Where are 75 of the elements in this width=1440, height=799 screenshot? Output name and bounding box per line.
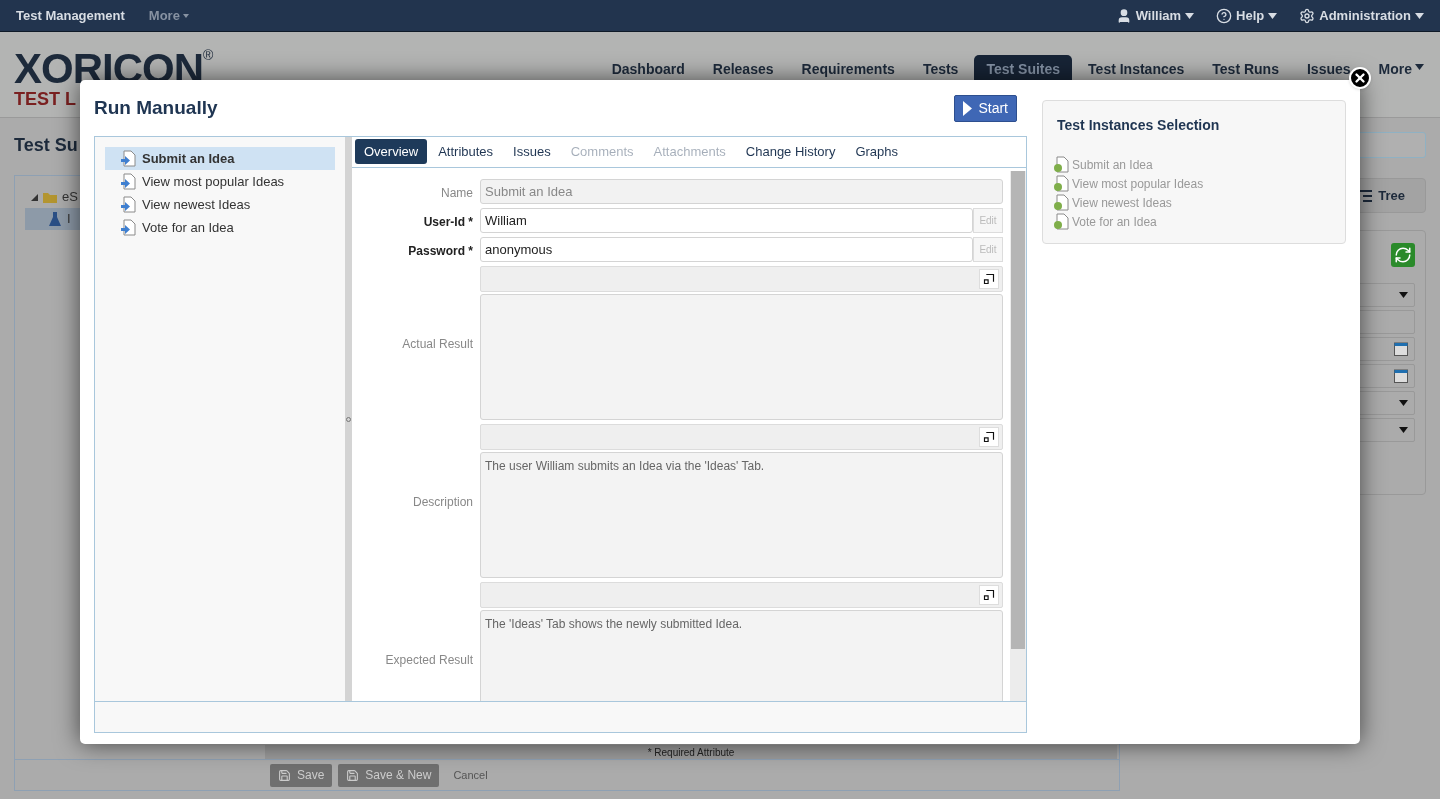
cancel-link[interactable]: Cancel xyxy=(453,766,488,784)
flask-icon xyxy=(49,212,61,226)
field-label: Actual Result xyxy=(402,337,473,351)
field-label: Expected Result xyxy=(385,653,473,667)
calendar-icon xyxy=(1394,369,1408,383)
expand-icon[interactable] xyxy=(979,269,999,289)
help-menu[interactable]: Help xyxy=(1216,5,1278,26)
calendar-icon xyxy=(1394,342,1408,356)
caret-icon xyxy=(1415,64,1424,70)
document-arrow-icon xyxy=(120,219,137,236)
caret-icon xyxy=(182,13,189,18)
field-label: Name xyxy=(441,185,473,200)
detail-tab[interactable]: Attributes xyxy=(429,139,503,164)
help-icon xyxy=(1216,7,1233,24)
field-label: User-Id * xyxy=(423,214,473,229)
field-label: Password * xyxy=(408,243,473,258)
administration-menu[interactable]: Administration xyxy=(1299,5,1424,26)
step-item[interactable]: View newest Ideas xyxy=(105,193,335,216)
logo-tagline: TEST L xyxy=(14,90,76,108)
caret-icon xyxy=(1399,400,1408,406)
floppy-icon xyxy=(346,768,360,782)
nav-tab[interactable]: More xyxy=(1366,55,1436,81)
scrollbar[interactable] xyxy=(1010,171,1026,701)
document-arrow-icon xyxy=(120,150,137,167)
text-area[interactable]: The 'Ideas' Tab shows the newly submitted Idea. xyxy=(480,610,1003,701)
text-field[interactable]: anonymous xyxy=(480,237,973,262)
close-icon xyxy=(1353,71,1367,85)
expand-icon[interactable] xyxy=(979,427,999,447)
page-title: Test Su xyxy=(14,134,78,157)
save-button[interactable]: Save & New xyxy=(338,763,440,787)
settings-icon xyxy=(1299,7,1316,24)
nav-tab[interactable]: Tests xyxy=(910,55,971,81)
app-title[interactable]: Test Management xyxy=(16,5,125,26)
detail-tab[interactable]: Issues xyxy=(504,139,560,164)
nav-tab[interactable]: Dashboard xyxy=(599,55,697,81)
document-arrow-icon xyxy=(120,173,137,190)
save-button[interactable]: Save xyxy=(270,763,333,787)
caret-icon xyxy=(1185,12,1195,19)
start-button[interactable]: Start xyxy=(954,94,1017,122)
refresh-icon xyxy=(1391,243,1415,267)
detail-tab[interactable]: Graphs xyxy=(846,139,908,164)
play-icon xyxy=(963,100,973,116)
nav-tab[interactable]: Test Runs xyxy=(1200,55,1291,81)
nav-tab[interactable]: Test Instances xyxy=(1076,55,1197,81)
panel-title: Test Instances Selection xyxy=(1056,116,1221,135)
nav-tab[interactable]: Test Suites xyxy=(974,55,1073,81)
document-check-icon xyxy=(1053,213,1070,230)
text-area[interactable]: The user William submits an Idea via the 'Ideas' Tab. xyxy=(480,452,1003,578)
tree-item[interactable]: eS xyxy=(62,187,78,207)
document-arrow-icon xyxy=(120,196,137,213)
registered-mark: ® xyxy=(203,48,214,62)
detail-tab[interactable]: Overview xyxy=(355,139,428,164)
expander-icon[interactable] xyxy=(31,193,38,201)
step-item[interactable]: Vote for an Idea xyxy=(105,216,335,239)
document-check-icon xyxy=(1053,175,1070,192)
step-item[interactable]: View most popular Ideas xyxy=(105,170,335,193)
caret-icon xyxy=(1399,427,1408,433)
user-menu[interactable]: William xyxy=(1115,5,1195,26)
required-note: * Required Attribute xyxy=(647,745,735,760)
step-item[interactable]: Submit an Idea xyxy=(105,147,335,170)
document-check-icon xyxy=(1053,156,1070,173)
dialog-title: Run Manually xyxy=(94,95,218,120)
field-label: Description xyxy=(412,495,473,509)
nav-tab[interactable]: Requirements xyxy=(789,55,907,81)
floppy-icon xyxy=(278,768,291,782)
expand-icon[interactable] xyxy=(979,585,999,605)
more-menu[interactable]: More xyxy=(148,5,189,26)
document-check-icon xyxy=(1053,194,1070,211)
tree-list-icon xyxy=(1360,189,1373,202)
caret-icon xyxy=(1399,292,1408,298)
text-field[interactable]: William xyxy=(480,208,973,233)
caret-icon xyxy=(1268,12,1278,19)
detail-tab[interactable]: Change History xyxy=(736,139,845,164)
nav-tab[interactable]: Releases xyxy=(700,55,786,81)
caret-icon xyxy=(1415,12,1424,19)
